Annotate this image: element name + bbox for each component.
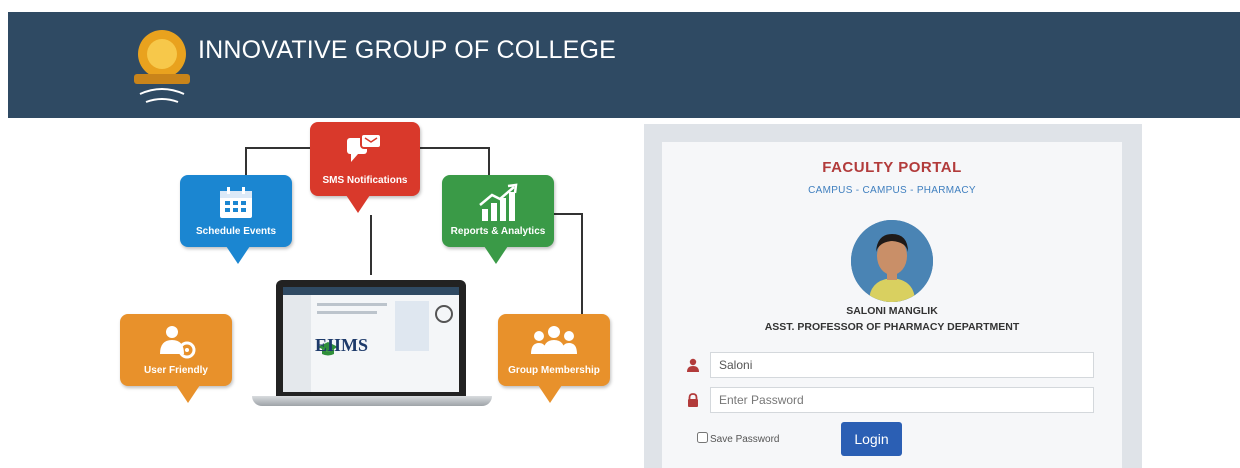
connector-line: [581, 213, 583, 315]
faculty-photo: [851, 220, 933, 302]
username-input[interactable]: [710, 352, 1094, 378]
laptop-logo-text: EIIMS: [315, 335, 369, 355]
portal-title: FACULTY PORTAL: [822, 159, 962, 176]
laptop-screen: EIIMS: [276, 280, 466, 396]
users-group-icon: [531, 326, 577, 354]
feature-schedule-events: Schedule Events: [180, 175, 292, 264]
feature-label: User Friendly: [144, 365, 208, 376]
feature-label: SMS Notifications: [322, 175, 408, 186]
connector-line: [245, 147, 247, 175]
feature-group-membership: Group Membership: [498, 314, 610, 403]
user-icon: [687, 358, 699, 372]
college-emblem-icon: [134, 30, 190, 103]
connector-line: [245, 147, 311, 149]
calendar-icon: [220, 187, 252, 218]
feature-reports-analytics: Reports & Analytics: [442, 175, 554, 264]
laptop-screen-content: EIIMS: [283, 287, 459, 392]
login-button[interactable]: Login: [841, 422, 902, 456]
lock-icon: [688, 393, 698, 407]
faculty-designation: ASST. PROFESSOR OF PHARMACY DEPARTMENT: [764, 321, 1020, 333]
save-password-label: Save Password: [710, 434, 780, 445]
save-password-checkbox[interactable]: [697, 432, 708, 443]
connector-line: [370, 215, 372, 275]
header-bar: INNOVATIVE GROUP OF COLLEGE: [8, 12, 1240, 118]
faculty-name: SALONI MANGLIK: [846, 305, 938, 317]
bar-chart-icon: [479, 183, 518, 221]
college-name: INNOVATIVE GROUP OF COLLEGE: [198, 36, 616, 64]
feature-label: Schedule Events: [195, 226, 277, 237]
save-password-option[interactable]: Save Password: [697, 432, 779, 445]
feature-user-friendly: User Friendly: [120, 314, 232, 403]
connector-line: [420, 147, 490, 149]
password-input[interactable]: [710, 387, 1094, 413]
campus-label: CAMPUS - CAMPUS - PHARMACY: [808, 185, 976, 196]
user-gear-icon: [160, 326, 196, 359]
connector-line: [488, 147, 490, 175]
feature-label: Group Membership: [508, 365, 600, 376]
login-panel: FACULTY PORTAL CAMPUS - CAMPUS - PHARMAC…: [662, 142, 1122, 468]
chat-icon: [347, 133, 382, 162]
faculty-avatar: [851, 220, 933, 302]
feature-label: Reports & Analytics: [450, 226, 546, 237]
feature-sms-notifications: SMS Notifications: [310, 122, 420, 213]
laptop-base: [252, 396, 492, 406]
